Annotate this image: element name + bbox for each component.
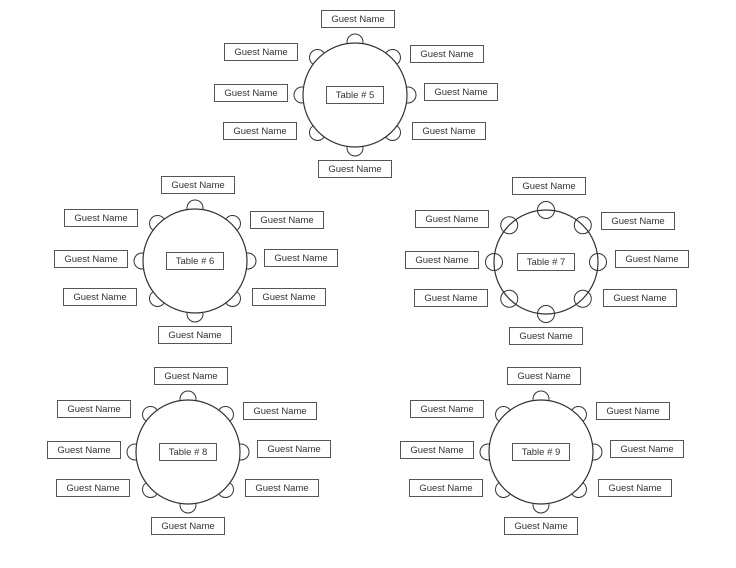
guest-name-box: Guest Name	[601, 212, 675, 230]
guest-name-box: Guest Name	[318, 160, 392, 178]
guest-name-box: Guest Name	[214, 84, 288, 102]
guest-name-box: Guest Name	[243, 402, 317, 420]
guest-name-box: Guest Name	[47, 441, 121, 459]
guest-name-box: Guest Name	[596, 402, 670, 420]
table-label: Table # 8	[159, 443, 217, 461]
guest-name-box: Guest Name	[161, 176, 235, 194]
guest-name-box: Guest Name	[250, 211, 324, 229]
guest-name-box: Guest Name	[54, 250, 128, 268]
guest-name-box: Guest Name	[264, 249, 338, 267]
guest-name-box: Guest Name	[223, 122, 297, 140]
guest-name-box: Guest Name	[151, 517, 225, 535]
guest-name-box: Guest Name	[405, 251, 479, 269]
guest-name-box: Guest Name	[63, 288, 137, 306]
guest-name-box: Guest Name	[245, 479, 319, 497]
guest-name-box: Guest Name	[400, 441, 474, 459]
guest-name-box: Guest Name	[598, 479, 672, 497]
guest-name-box: Guest Name	[504, 517, 578, 535]
guest-name-box: Guest Name	[509, 327, 583, 345]
guest-name-box: Guest Name	[257, 440, 331, 458]
guest-name-box: Guest Name	[56, 479, 130, 497]
guest-name-box: Guest Name	[414, 289, 488, 307]
guest-name-box: Guest Name	[64, 209, 138, 227]
guest-name-box: Guest Name	[615, 250, 689, 268]
table-label: Table # 5	[326, 86, 384, 104]
guest-name-box: Guest Name	[410, 45, 484, 63]
guest-name-box: Guest Name	[424, 83, 498, 101]
table-label: Table # 6	[166, 252, 224, 270]
guest-name-box: Guest Name	[512, 177, 586, 195]
guest-name-box: Guest Name	[252, 288, 326, 306]
guest-name-box: Guest Name	[410, 400, 484, 418]
guest-name-box: Guest Name	[603, 289, 677, 307]
guest-name-box: Guest Name	[412, 122, 486, 140]
guest-name-box: Guest Name	[321, 10, 395, 28]
guest-name-box: Guest Name	[158, 326, 232, 344]
guest-name-box: Guest Name	[224, 43, 298, 61]
guest-name-box: Guest Name	[415, 210, 489, 228]
guest-name-box: Guest Name	[610, 440, 684, 458]
guest-name-box: Guest Name	[409, 479, 483, 497]
table-label: Table # 9	[512, 443, 570, 461]
guest-name-box: Guest Name	[507, 367, 581, 385]
guest-name-box: Guest Name	[154, 367, 228, 385]
table-label: Table # 7	[517, 253, 575, 271]
guest-name-box: Guest Name	[57, 400, 131, 418]
